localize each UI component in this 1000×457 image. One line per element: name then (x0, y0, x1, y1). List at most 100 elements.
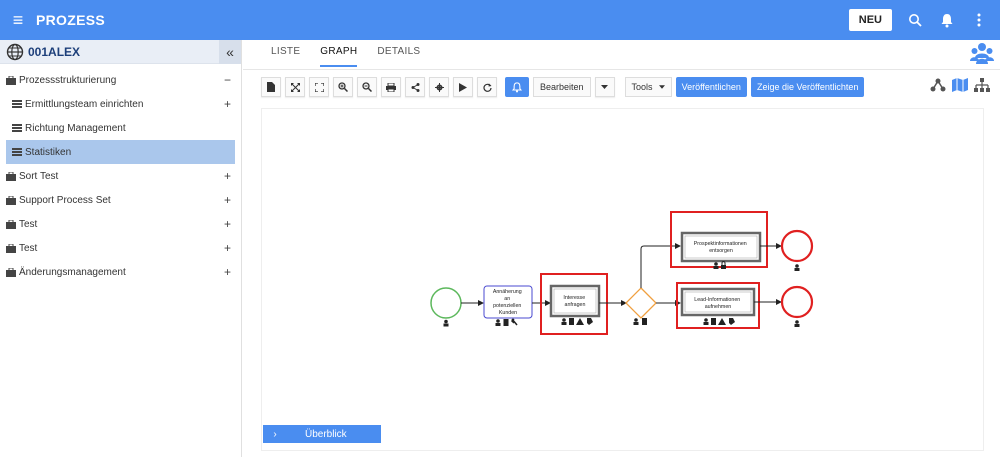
gateway-diamond[interactable] (625, 287, 657, 319)
person-icon (713, 262, 719, 269)
task-line: an (504, 296, 510, 302)
publish-button[interactable]: Veröffentlichen (675, 77, 747, 97)
tools-dropdown[interactable]: Tools (624, 77, 672, 97)
end-event[interactable] (780, 285, 814, 319)
expand-toggle[interactable]: + (224, 193, 231, 207)
task-line: entsorgen (709, 248, 733, 254)
sidebar-item-label: Prozessstrukturierung (19, 74, 117, 86)
share-icon[interactable] (405, 77, 425, 97)
hierarchy-icon[interactable] (974, 78, 990, 92)
person-icon (794, 264, 800, 271)
new-button[interactable]: NEU (848, 9, 892, 31)
sidebar-item-ermittlungsteam[interactable]: Ermittlungsteam einrichten + (0, 92, 241, 116)
zoom-out-icon[interactable] (357, 77, 377, 97)
print-icon[interactable] (381, 77, 401, 97)
person-icon (794, 320, 800, 327)
fullscreen-icon[interactable] (309, 77, 329, 97)
expand-toggle[interactable]: + (224, 97, 231, 111)
sidebar-item-label: Sort Test (19, 170, 59, 182)
graph-canvas[interactable]: Annäherung an potenziellen Kunden Intere… (261, 108, 984, 451)
tab-graph[interactable]: GRAPH (320, 46, 358, 67)
task-prospektinformationen-entsorgen[interactable] (680, 231, 762, 263)
document-icon (569, 318, 574, 325)
view-tabs: LISTE GRAPH DETAILS (271, 46, 420, 67)
graph-toolbar: Bearbeiten Tools Veröffentlichen Zeige d… (261, 76, 865, 98)
caret-down-icon[interactable] (594, 77, 615, 97)
sidebar-item-statistiken[interactable]: Statistiken (6, 140, 235, 164)
sidebar-item-test-2[interactable]: Test + (0, 236, 241, 260)
notification-bell-button[interactable] (505, 77, 529, 97)
person-icon (561, 318, 567, 325)
task-line: aufnehmen (705, 304, 732, 310)
show-published-button[interactable]: Zeige die Veröffentlichten (750, 77, 865, 97)
new-file-icon[interactable] (261, 77, 281, 97)
document-icon (642, 318, 647, 325)
list-icon (12, 147, 22, 157)
list-icon (12, 123, 22, 133)
tag-icon (587, 318, 593, 325)
expand-toggle[interactable]: + (224, 241, 231, 255)
tag-icon (729, 318, 735, 325)
task-line: Interesse (563, 295, 585, 301)
task-line: Lead-Informationen (694, 297, 740, 303)
collapse-sidebar-button[interactable]: « (219, 40, 241, 64)
task-line: potenziellen (493, 303, 521, 309)
collapse-toggle[interactable]: − (224, 73, 231, 87)
sidebar-item-label: Test (19, 242, 38, 254)
group-users-icon[interactable] (970, 42, 994, 64)
tab-details[interactable]: DETAILS (377, 46, 420, 67)
sidebar-item-label: Support Process Set (19, 194, 111, 206)
briefcase-icon (6, 75, 16, 85)
process-diagram: Annäherung an potenziellen Kunden Intere… (430, 211, 814, 335)
sidebar-item-sort-test[interactable]: Sort Test + (0, 164, 241, 188)
more-vert-icon[interactable] (970, 11, 988, 29)
task-interesse-anfragen[interactable] (549, 284, 601, 318)
app-title: PROZESS (36, 12, 106, 28)
top-app-bar: ≡ PROZESS NEU (0, 0, 1000, 40)
expand-icon[interactable] (285, 77, 305, 97)
sidebar-item-aenderungsmanagement[interactable]: Änderungsmanagement + (0, 260, 241, 284)
play-icon[interactable] (453, 77, 473, 97)
sidebar: 001ALEX « Prozessstrukturierung − Ermitt… (0, 40, 242, 457)
svg-text:Interesse anfragen: Interesse anfragen (563, 295, 586, 308)
hamburger-menu-icon[interactable]: ≡ (0, 10, 36, 31)
overview-panel-toggle[interactable]: › Überblick (263, 425, 381, 443)
briefcase-icon (6, 267, 16, 277)
person-icon (633, 318, 639, 325)
sidebar-item-support-process-set[interactable]: Support Process Set + (0, 188, 241, 212)
network-icon[interactable] (930, 78, 946, 92)
caret-down-icon (658, 85, 665, 89)
tab-liste[interactable]: LISTE (271, 46, 300, 67)
chevron-right-icon: › (273, 428, 277, 440)
refresh-icon[interactable] (477, 77, 497, 97)
bell-icon[interactable] (938, 11, 956, 29)
sidebar-item-richtung-management[interactable]: Richtung Management (0, 116, 241, 140)
start-event[interactable] (430, 287, 462, 319)
map-icon[interactable] (952, 78, 968, 92)
document-icon (711, 318, 716, 325)
warning-icon (718, 318, 726, 325)
sidebar-item-test[interactable]: Test + (0, 212, 241, 236)
sidebar-item-label: Richtung Management (25, 122, 126, 134)
expand-toggle[interactable]: + (224, 169, 231, 183)
person-icon (495, 319, 501, 326)
briefcase-icon (6, 243, 16, 253)
sidebar-item-label: Änderungsmanagement (19, 266, 126, 278)
search-icon[interactable] (906, 11, 924, 29)
workspace-title: 001ALEX (28, 44, 81, 59)
zoom-in-icon[interactable] (333, 77, 353, 97)
person-icon (443, 319, 449, 327)
bearbeiten-dropdown[interactable]: Bearbeiten (533, 77, 591, 97)
sidebar-item-label: Ermittlungsteam einrichten (25, 98, 144, 110)
document-icon (503, 319, 509, 326)
person-icon (703, 318, 709, 325)
sidebar-item-prozessstrukturierung[interactable]: Prozessstrukturierung − (0, 68, 241, 92)
sidebar-item-label: Statistiken (25, 146, 72, 158)
expand-toggle[interactable]: + (224, 265, 231, 279)
lock-icon (721, 261, 726, 269)
task-line: Prospektinformationen (694, 241, 747, 247)
settings-icon[interactable] (429, 77, 449, 97)
expand-toggle[interactable]: + (224, 217, 231, 231)
tools-label: Tools (631, 82, 653, 92)
end-event[interactable] (780, 229, 814, 263)
